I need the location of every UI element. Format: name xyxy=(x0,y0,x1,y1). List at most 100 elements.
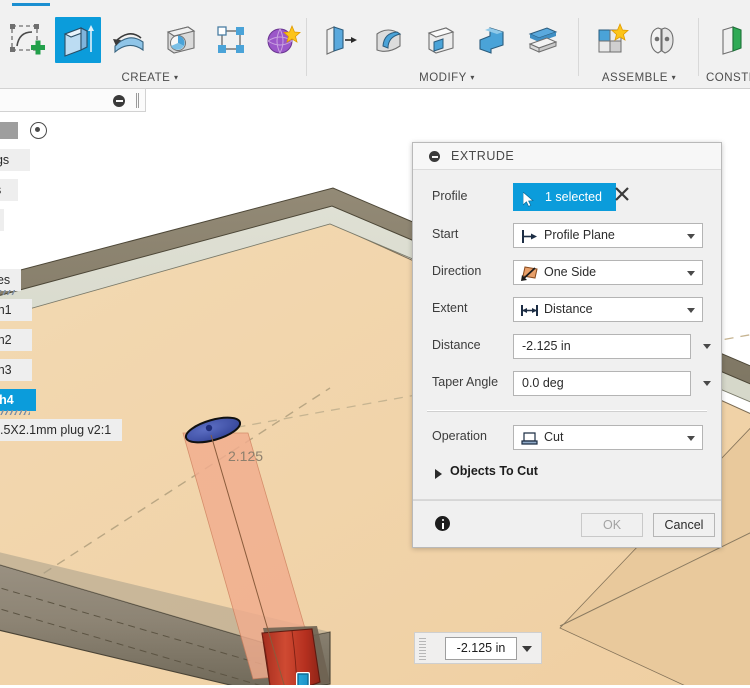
distance-icon xyxy=(520,302,539,319)
label-distance: Distance xyxy=(432,338,481,352)
extent-dropdown[interactable]: Distance xyxy=(513,297,703,322)
minus-circle-icon[interactable] xyxy=(429,151,440,162)
row-extent: Extent Distance xyxy=(413,292,721,329)
direction-dropdown[interactable]: One Side xyxy=(513,260,703,285)
objects-to-cut-expander[interactable]: Objects To Cut xyxy=(413,458,721,490)
tree-row-sketches-folder[interactable]: ues xyxy=(0,266,146,296)
offset-plane-icon[interactable] xyxy=(710,17,750,63)
combine-icon[interactable] xyxy=(469,17,515,63)
tree-item-label: ws xyxy=(0,179,18,201)
drag-grip-icon[interactable] xyxy=(419,637,426,660)
profile-selection-chip[interactable]: 1 selected xyxy=(513,183,616,211)
chevron-down-icon[interactable] xyxy=(687,308,695,313)
tree-row-named-views[interactable]: ws xyxy=(0,176,146,206)
panel-construct-text: CONSTRUCT xyxy=(706,72,750,84)
extrude-icon[interactable] xyxy=(55,17,101,63)
folder-swatch xyxy=(0,122,18,139)
ribbon-panel-construct: CONSTRUCT xyxy=(704,12,750,88)
label-profile: Profile xyxy=(432,189,468,203)
chevron-down-icon[interactable] xyxy=(687,436,695,441)
pattern-icon[interactable] xyxy=(208,17,254,63)
panel-modify-text: MODIFY xyxy=(419,72,467,84)
tree-row-bodies[interactable] xyxy=(0,236,146,266)
inline-dimension-input[interactable]: -2.125 in xyxy=(414,632,542,664)
panel-label-modify[interactable]: MODIFY ▾ xyxy=(312,72,582,84)
row-distance: Distance -2.125 in xyxy=(413,329,721,366)
chevron-down-icon[interactable] xyxy=(703,381,711,386)
tree-row-origin[interactable] xyxy=(0,206,146,236)
distance-input[interactable]: -2.125 in xyxy=(513,334,691,359)
profile-plane-icon xyxy=(520,228,539,245)
dialog-header[interactable]: EXTRUDE xyxy=(413,143,721,170)
cursor-arrow-icon xyxy=(522,189,535,217)
profile-selection-text: 1 selected xyxy=(545,190,602,204)
ribbon-panel-create: CREATE ▾ xyxy=(0,12,301,88)
tree-item-label: tch1 xyxy=(0,299,32,321)
tree-row-sketch4[interactable]: tch4 xyxy=(0,386,146,416)
extent-value: Distance xyxy=(544,302,593,316)
ribbon-tab-surface-label: SURFACE xyxy=(107,0,166,3)
tree-item-label: Settings xyxy=(0,149,30,171)
sweep-icon[interactable] xyxy=(157,17,203,63)
tree-row-sketch1[interactable]: tch1 xyxy=(0,296,146,326)
dimension-value-field[interactable]: -2.125 in xyxy=(445,637,517,660)
ribbon-tab-bar: SOLID SURFACE SHEET METAL TOOLS xyxy=(0,0,750,11)
dialog-title: EXTRUDE xyxy=(451,149,515,163)
minus-circle-icon[interactable] xyxy=(113,95,125,107)
offset-face-icon[interactable] xyxy=(520,17,566,63)
ribbon-tab-sheet-metal-label: SHEET METAL xyxy=(207,0,292,3)
panel-label-construct[interactable]: CONSTRUCT xyxy=(704,72,750,84)
extrude-drag-arrow-icon xyxy=(296,672,310,688)
fillet-icon[interactable] xyxy=(367,17,413,63)
revolve-icon[interactable] xyxy=(106,17,152,63)
chevron-down-icon[interactable] xyxy=(703,344,711,349)
label-direction: Direction xyxy=(432,264,482,278)
panel-label-assemble[interactable]: ASSEMBLE ▾ xyxy=(584,72,694,84)
dialog-separator xyxy=(427,410,707,412)
taper-angle-input[interactable]: 0.0 deg xyxy=(513,371,691,396)
taper-angle-value: 0.0 deg xyxy=(522,376,564,390)
form-icon[interactable] xyxy=(259,17,305,63)
info-icon[interactable] xyxy=(435,516,450,531)
ribbon-tab-solid[interactable]: SOLID xyxy=(12,0,50,6)
chevron-down-icon: ▾ xyxy=(470,73,475,82)
browser-toolbar xyxy=(0,88,146,112)
create-sketch-icon[interactable] xyxy=(4,17,50,63)
label-operation: Operation xyxy=(432,429,487,443)
extrude-dialog[interactable]: EXTRUDE Profile 1 selected Start Profile… xyxy=(412,142,722,548)
tree-row-sketch3[interactable]: tch3 xyxy=(0,356,146,386)
ok-button[interactable]: OK xyxy=(581,513,643,537)
tree-row-component[interactable]: .5X2.1mm plug v2:1 xyxy=(0,416,146,446)
close-x-icon[interactable] xyxy=(612,184,632,204)
chevron-down-icon[interactable] xyxy=(687,234,695,239)
panel-assemble-text: ASSEMBLE xyxy=(601,72,668,84)
active-tab-underline xyxy=(12,3,50,6)
tree-item-label: tch2 xyxy=(0,329,32,351)
new-component-icon[interactable] xyxy=(588,17,634,63)
ribbon: SOLID SURFACE SHEET METAL TOOLS xyxy=(0,0,750,89)
shell-icon[interactable] xyxy=(418,17,464,63)
one-side-icon xyxy=(520,265,539,282)
panel-label-create[interactable]: CREATE ▾ xyxy=(0,72,300,84)
cancel-button[interactable]: Cancel xyxy=(653,513,715,537)
tree-row-sketch2[interactable]: tch2 xyxy=(0,326,146,356)
visibility-icon[interactable] xyxy=(30,122,47,139)
tree-row-document-settings[interactable]: Settings xyxy=(0,146,146,176)
row-operation: Operation Cut xyxy=(413,418,721,458)
ribbon-tab-tools[interactable]: TOOLS xyxy=(358,0,400,3)
label-taper-angle: Taper Angle xyxy=(432,375,499,389)
panel-resize-grip[interactable] xyxy=(136,93,137,108)
panel-divider xyxy=(578,18,579,76)
browser-tree: Settings ws ues tch1 tch2 tch3 tch4 .5X2… xyxy=(0,120,146,446)
tree-row-root[interactable] xyxy=(0,120,146,146)
operation-dropdown[interactable]: Cut xyxy=(513,425,703,450)
press-pull-icon[interactable] xyxy=(316,17,362,63)
row-profile: Profile 1 selected xyxy=(413,178,721,218)
ribbon-tab-surface[interactable]: SURFACE xyxy=(107,0,166,3)
panel-create-text: CREATE xyxy=(121,72,171,84)
chevron-down-icon[interactable] xyxy=(522,646,532,652)
ribbon-tab-sheet-metal[interactable]: SHEET METAL xyxy=(207,0,292,3)
chevron-down-icon[interactable] xyxy=(687,271,695,276)
start-dropdown[interactable]: Profile Plane xyxy=(513,223,703,248)
joint-icon[interactable] xyxy=(639,17,685,63)
